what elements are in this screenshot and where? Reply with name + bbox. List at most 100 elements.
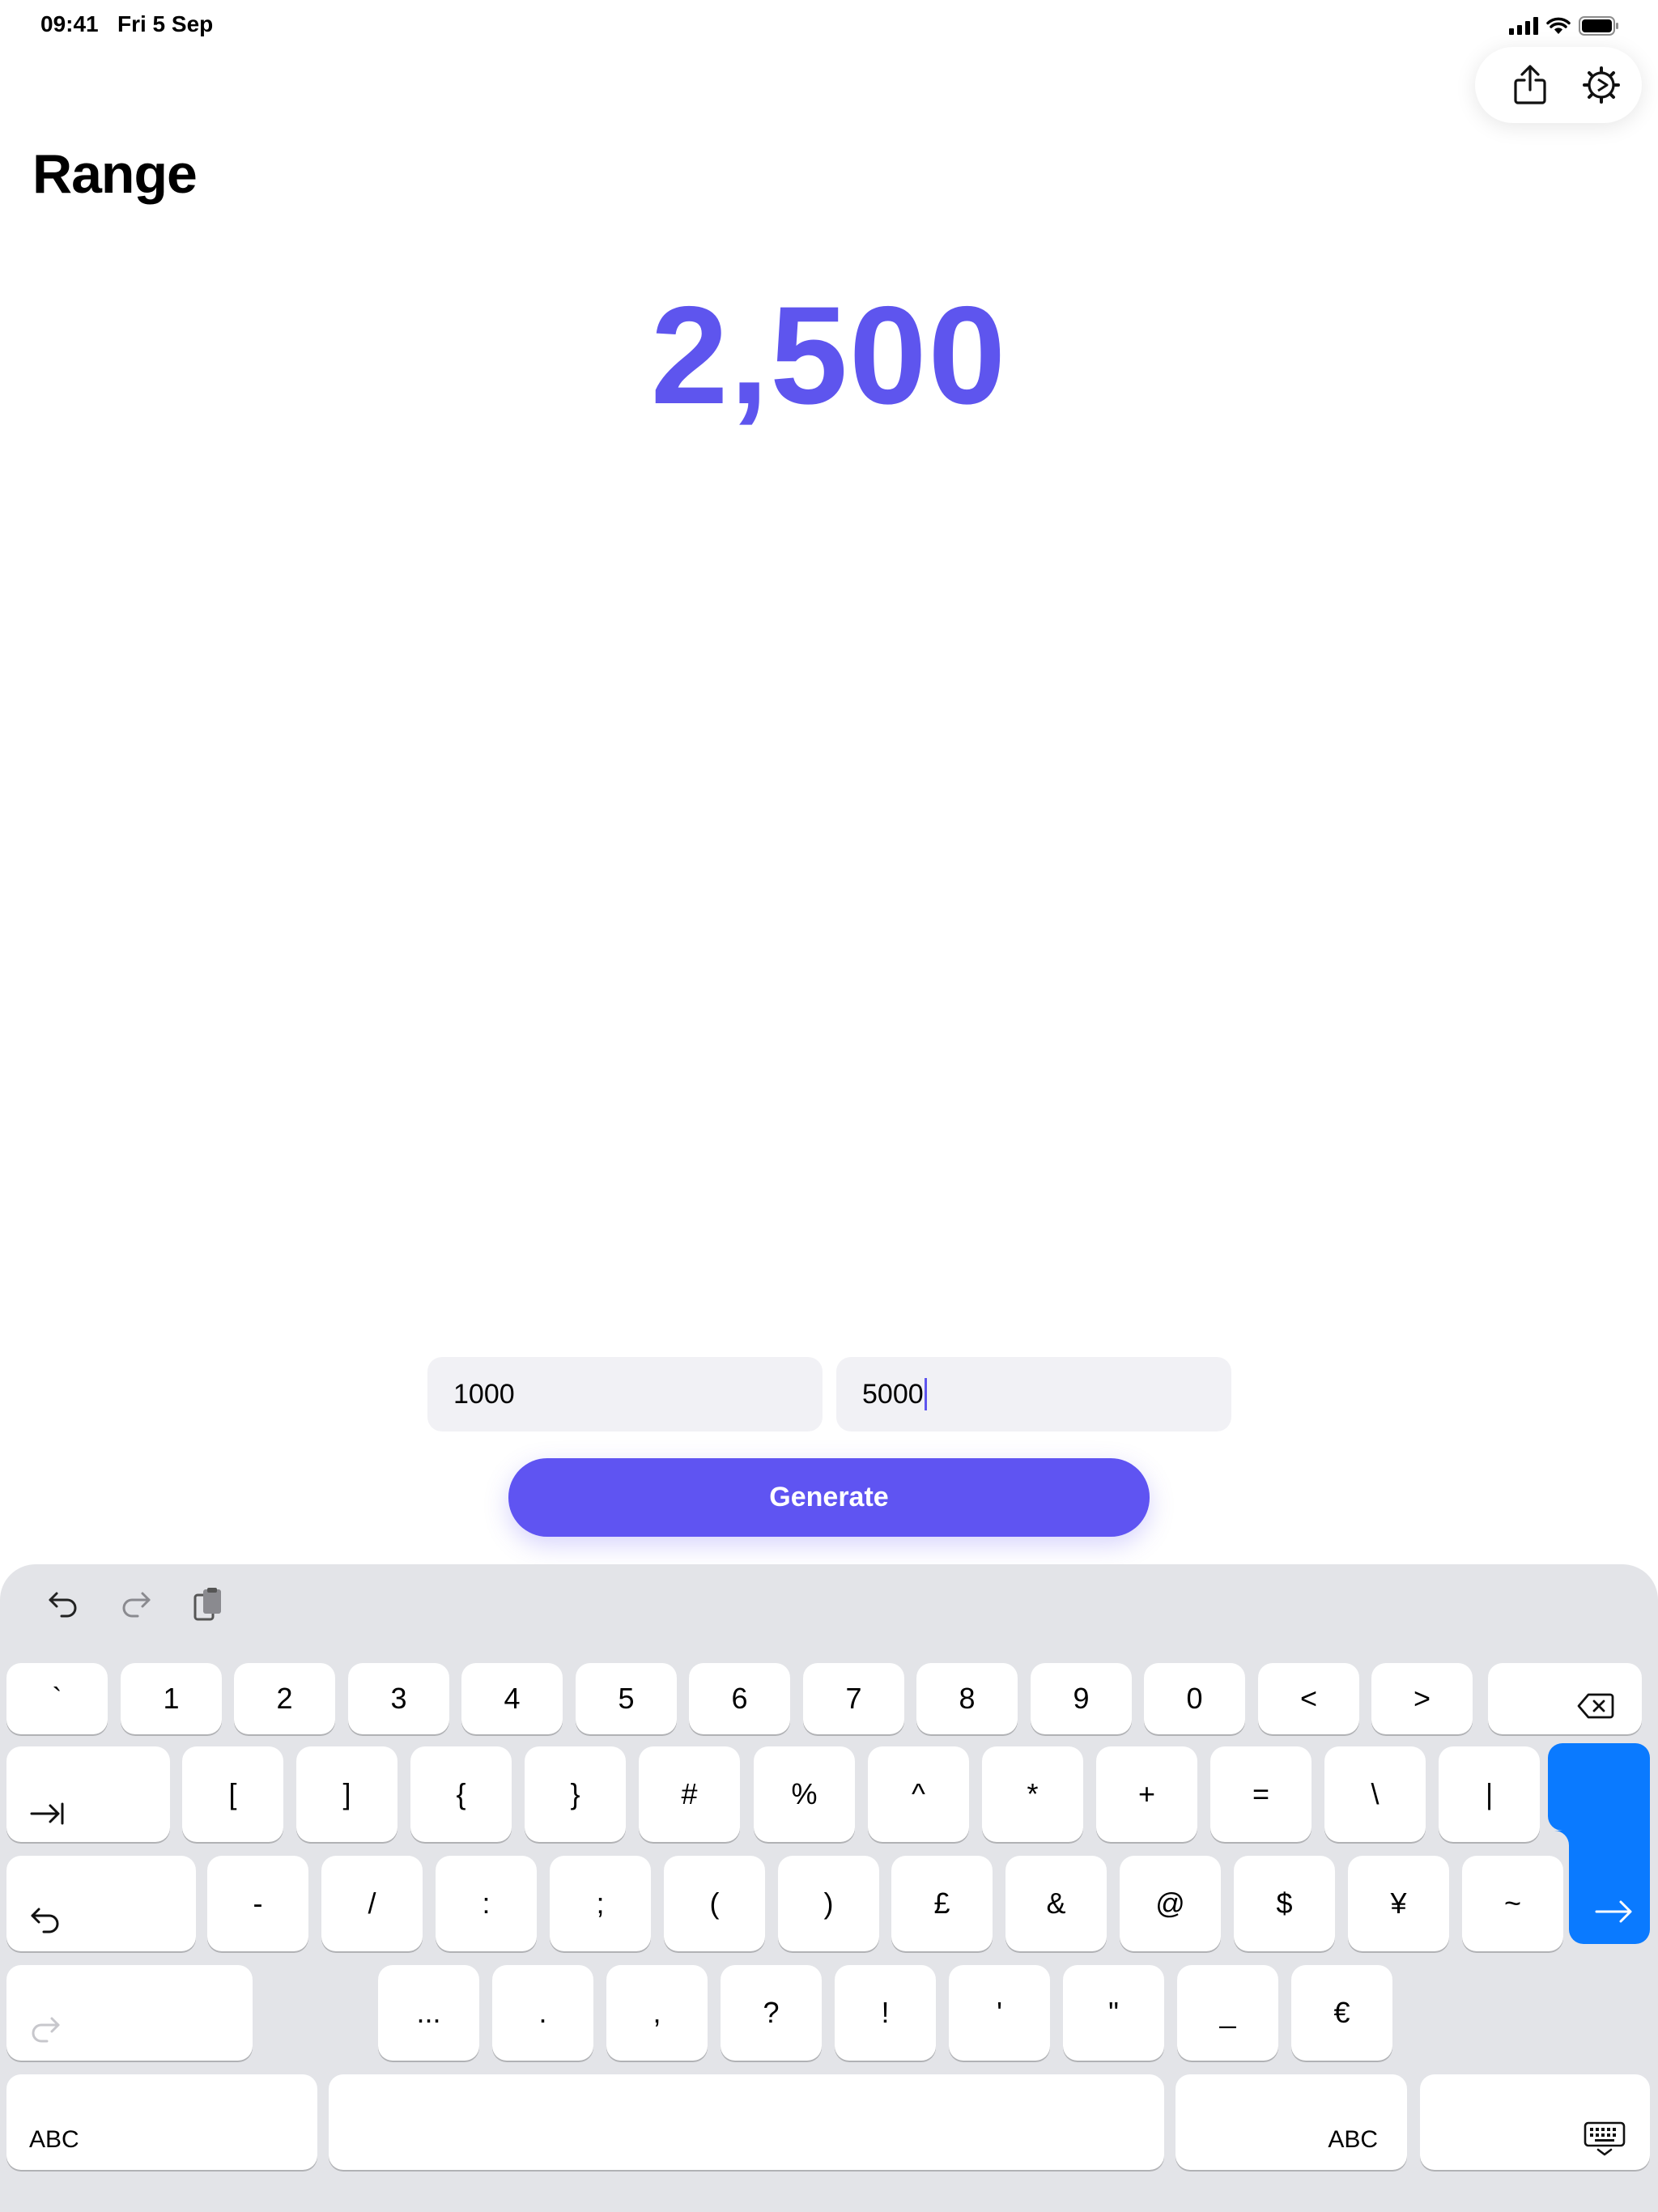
key-row2-6[interactable]: ^ xyxy=(868,1746,969,1842)
key-row3-5[interactable]: ) xyxy=(778,1856,879,1951)
min-value-field[interactable]: 1000 xyxy=(427,1357,823,1431)
key-label: & xyxy=(1046,1887,1066,1920)
key-label: " xyxy=(1108,1996,1119,2029)
key-row4-8[interactable]: € xyxy=(1291,1965,1392,2061)
key-label: 3 xyxy=(390,1682,407,1715)
space-key[interactable] xyxy=(329,2074,1164,2170)
key-row4-4[interactable]: ! xyxy=(835,1965,936,2061)
key-row4-6[interactable]: " xyxy=(1063,1965,1164,2061)
key-row3-8[interactable]: @ xyxy=(1120,1856,1221,1951)
key-label: ] xyxy=(342,1777,351,1810)
key-row1-5[interactable]: 5 xyxy=(576,1663,677,1734)
key-row1-11[interactable]: < xyxy=(1258,1663,1359,1734)
key-row2-11[interactable]: | xyxy=(1439,1746,1540,1842)
key-label: < xyxy=(1299,1682,1318,1715)
tab-icon xyxy=(30,1802,64,1825)
status-icons xyxy=(1509,15,1619,37)
dismiss-keyboard-key[interactable] xyxy=(1420,2074,1650,2170)
key-label: . xyxy=(538,1996,547,2029)
key-row4-3[interactable]: ? xyxy=(721,1965,822,2061)
paste-button[interactable] xyxy=(189,1585,228,1624)
key-label: $ xyxy=(1276,1887,1293,1920)
key-row3-3[interactable]: ; xyxy=(550,1856,651,1951)
key-label: ) xyxy=(823,1887,834,1920)
key-row2-9[interactable]: = xyxy=(1210,1746,1312,1842)
key-row1-6[interactable]: 6 xyxy=(689,1663,790,1734)
delete-key[interactable] xyxy=(1488,1663,1642,1734)
key-row1-0[interactable]: ` xyxy=(6,1663,108,1734)
key-row1-3[interactable]: 3 xyxy=(348,1663,449,1734)
key-row3-1[interactable]: / xyxy=(321,1856,423,1951)
key-row2-1[interactable]: ] xyxy=(296,1746,397,1842)
key-row1-9[interactable]: 9 xyxy=(1031,1663,1132,1734)
key-row4-0[interactable]: ... xyxy=(378,1965,479,2061)
undo-button[interactable] xyxy=(44,1585,83,1624)
key-row1-7[interactable]: 7 xyxy=(803,1663,904,1734)
paste-icon xyxy=(193,1588,221,1621)
key-label: ~ xyxy=(1503,1887,1522,1920)
tab-key[interactable] xyxy=(6,1746,170,1842)
key-row2-3[interactable]: } xyxy=(525,1746,626,1842)
key-row3-2[interactable]: : xyxy=(436,1856,537,1951)
key-row1-4[interactable]: 4 xyxy=(461,1663,563,1734)
status-date: Fri 5 Sep xyxy=(117,11,214,36)
abc-key-left[interactable]: ABC xyxy=(6,2074,317,2170)
redo-key[interactable] xyxy=(6,1965,253,2061)
key-row1-12[interactable]: > xyxy=(1371,1663,1473,1734)
key-row4-7[interactable]: _ xyxy=(1177,1965,1278,2061)
key-row2-10[interactable]: \ xyxy=(1324,1746,1426,1842)
key-label: 1 xyxy=(163,1682,180,1715)
key-label: ( xyxy=(709,1887,720,1920)
key-label: € xyxy=(1333,1996,1350,2029)
key-row3-10[interactable]: ¥ xyxy=(1348,1856,1449,1951)
key-row2-0[interactable]: [ xyxy=(182,1746,283,1842)
abc-key-right[interactable]: ABC xyxy=(1175,2074,1407,2170)
max-value-field[interactable]: 5000 xyxy=(836,1357,1231,1431)
key-label: [ xyxy=(228,1777,237,1810)
key-label: 7 xyxy=(845,1682,862,1715)
key-row4-1[interactable]: . xyxy=(492,1965,593,2061)
key-label: } xyxy=(570,1777,580,1810)
key-label: { xyxy=(456,1777,466,1810)
key-row1-1[interactable]: 1 xyxy=(121,1663,222,1734)
key-row2-5[interactable]: % xyxy=(754,1746,855,1842)
key-row2-2[interactable]: { xyxy=(410,1746,512,1842)
key-row2-7[interactable]: * xyxy=(982,1746,1083,1842)
page-title: Range xyxy=(32,143,198,205)
redo-button[interactable] xyxy=(117,1585,155,1624)
key-label: + xyxy=(1137,1777,1156,1810)
key-row1-8[interactable]: 8 xyxy=(916,1663,1018,1734)
key-row3-7[interactable]: & xyxy=(1005,1856,1107,1951)
key-label: ! xyxy=(881,1996,890,2029)
share-button[interactable] xyxy=(1511,65,1550,104)
battery-icon xyxy=(1579,16,1618,36)
key-label: : xyxy=(482,1887,491,1920)
redo-icon xyxy=(122,1592,151,1618)
delete-icon xyxy=(1577,1693,1614,1719)
key-row2-8[interactable]: + xyxy=(1096,1746,1197,1842)
undo-key[interactable] xyxy=(6,1856,196,1951)
key-row3-0[interactable]: - xyxy=(207,1856,308,1951)
key-label: / xyxy=(368,1887,376,1920)
key-row3-9[interactable]: $ xyxy=(1234,1856,1335,1951)
key-row4-5[interactable]: ' xyxy=(949,1965,1050,2061)
key-label: 2 xyxy=(276,1682,293,1715)
redo-key-icon xyxy=(32,2017,60,2043)
key-row4-2[interactable]: , xyxy=(606,1965,708,2061)
key-label: 9 xyxy=(1073,1682,1090,1715)
key-row2-4[interactable]: # xyxy=(639,1746,740,1842)
key-row3-6[interactable]: £ xyxy=(891,1856,993,1951)
key-row1-10[interactable]: 0 xyxy=(1144,1663,1245,1734)
settings-button[interactable] xyxy=(1582,66,1621,104)
key-label: * xyxy=(1027,1777,1039,1810)
toolbar-actions xyxy=(1475,47,1642,123)
key-row3-4[interactable]: ( xyxy=(664,1856,765,1951)
key-row1-2[interactable]: 2 xyxy=(234,1663,335,1734)
enter-key[interactable] xyxy=(1548,1743,1650,1944)
key-label: ... xyxy=(416,1996,441,2029)
generate-button[interactable]: Generate xyxy=(508,1458,1150,1537)
key-label: # xyxy=(681,1777,698,1810)
key-label: ` xyxy=(52,1682,62,1715)
key-label: | xyxy=(1485,1777,1494,1810)
key-label: ? xyxy=(763,1996,780,2029)
